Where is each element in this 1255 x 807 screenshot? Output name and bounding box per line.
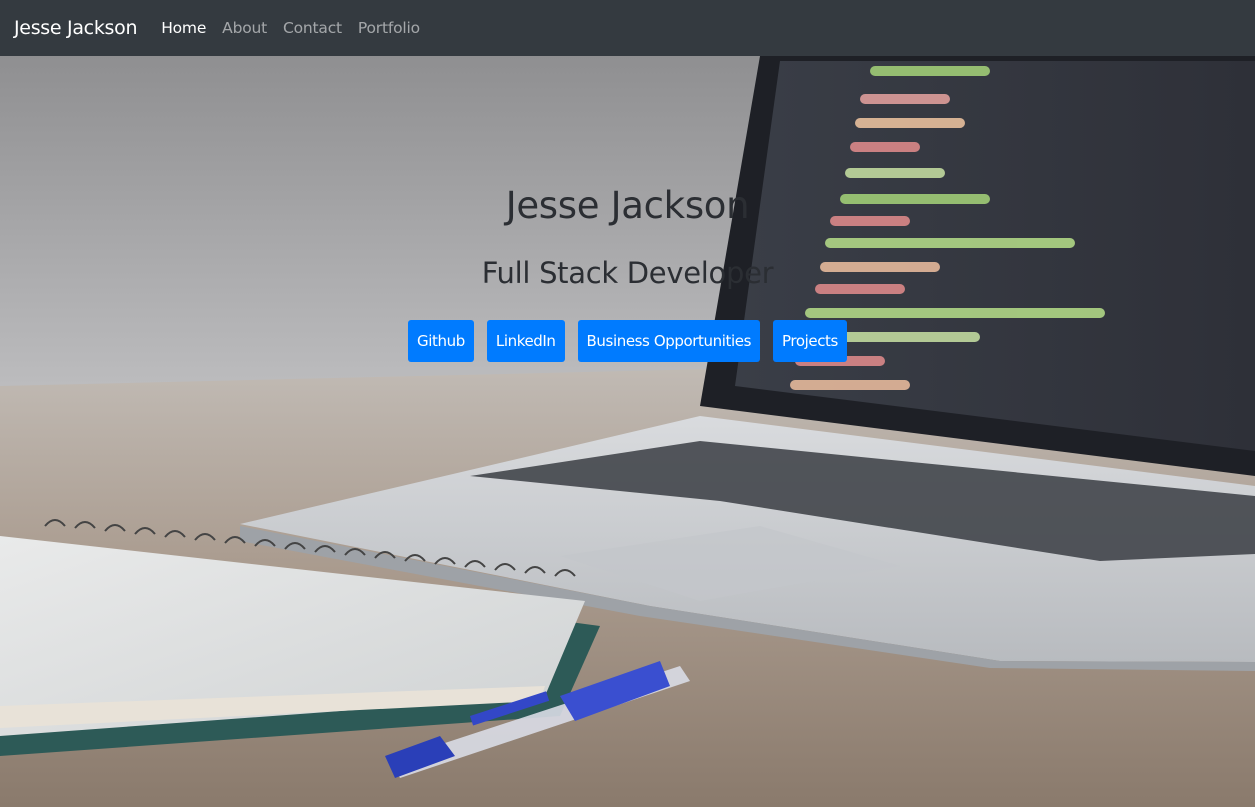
top-navbar: Jesse Jackson Home About Contact Portfol… (0, 0, 1255, 56)
nav-link-portfolio[interactable]: Portfolio (358, 19, 420, 37)
hero-title: Jesse Jackson (505, 184, 750, 227)
hero-subtitle: Full Stack Developer (481, 256, 774, 290)
nav-link-about[interactable]: About (222, 19, 267, 37)
business-opportunities-button[interactable]: Business Opportunities (577, 320, 760, 362)
hero-background-image (0, 56, 1255, 807)
projects-button[interactable]: Projects (773, 320, 847, 362)
linkedin-button[interactable]: LinkedIn (486, 320, 565, 362)
github-button[interactable]: Github (408, 320, 474, 362)
hero-section: Jesse Jackson Full Stack Developer Githu… (0, 56, 1255, 807)
nav-link-contact[interactable]: Contact (283, 19, 342, 37)
navbar-brand[interactable]: Jesse Jackson (14, 17, 137, 39)
nav-link-home[interactable]: Home (161, 19, 206, 37)
hero-button-row: Github LinkedIn Business Opportunities P… (0, 320, 1255, 362)
